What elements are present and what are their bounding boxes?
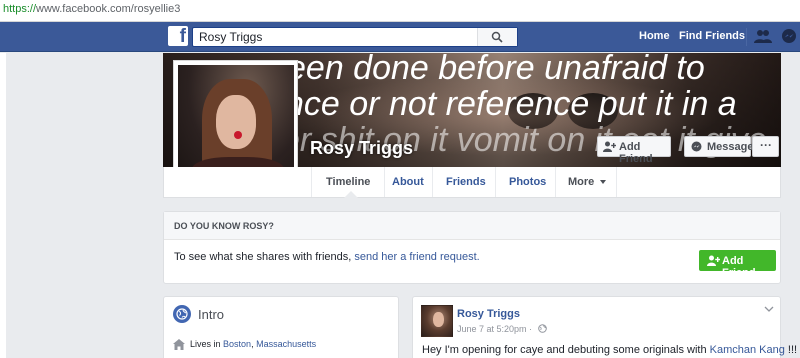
intro-title: Intro xyxy=(198,307,225,322)
profile-tabs-bar: Timeline About Friends Photos More xyxy=(163,167,781,198)
intro-card: Intro Lives in Boston, Massachusetts xyxy=(163,296,399,358)
search-button[interactable] xyxy=(477,28,517,46)
mentioned-user-link[interactable]: Kamchan Kang xyxy=(710,344,785,356)
friend-request-prompt: To see what she shares with friends, sen… xyxy=(174,251,480,263)
send-friend-request-link[interactable]: send her a friend request. xyxy=(354,251,479,263)
add-friend-icon xyxy=(707,255,720,266)
home-icon xyxy=(173,339,185,350)
globe-icon xyxy=(173,305,191,323)
cover-text-line-2: nce or not reference put it in a xyxy=(285,85,737,123)
messenger-icon xyxy=(691,141,702,152)
facebook-logo-icon[interactable]: f xyxy=(168,26,188,47)
profile-name[interactable]: Rosy Triggs xyxy=(310,138,413,159)
state-link[interactable]: Massachusetts xyxy=(256,339,316,349)
city-link[interactable]: Boston xyxy=(223,339,251,349)
do-you-know-header: DO YOU KNOW ROSY? xyxy=(164,212,780,240)
message-button[interactable]: Message xyxy=(684,136,753,157)
add-friend-green-button[interactable]: Add Friend xyxy=(699,250,776,279)
messages-icon[interactable] xyxy=(781,28,797,44)
search-input[interactable] xyxy=(193,28,483,46)
tab-friends[interactable]: Friends xyxy=(432,167,495,197)
top-navigation-bar: f Home Find Friends xyxy=(0,22,800,52)
public-globe-icon xyxy=(537,324,547,333)
nav-find-friends-link[interactable]: Find Friends xyxy=(679,30,745,42)
nav-divider xyxy=(746,28,747,46)
friend-requests-icon[interactable] xyxy=(754,28,772,44)
search-icon xyxy=(491,31,503,43)
post-author-avatar[interactable] xyxy=(421,305,453,337)
more-options-button[interactable]: ··· xyxy=(752,136,779,157)
profile-picture xyxy=(178,65,294,182)
tab-timeline[interactable]: Timeline xyxy=(311,167,384,198)
url-text[interactable]: https://www.facebook.com/rosyellie3 xyxy=(3,3,180,15)
post-card: Rosy Triggs June 7 at 5:20pm · Hey I'm o… xyxy=(412,296,797,358)
address-bar[interactable]: https://www.facebook.com/rosyellie3 xyxy=(0,0,800,22)
post-timestamp[interactable]: June 7 at 5:20pm · xyxy=(457,324,547,334)
add-friend-icon xyxy=(603,141,616,152)
post-options-chevron-icon[interactable] xyxy=(764,306,774,312)
nav-home-link[interactable]: Home xyxy=(639,30,670,42)
left-margin xyxy=(0,53,6,358)
active-tab-indicator xyxy=(344,191,358,198)
tab-photos[interactable]: Photos xyxy=(495,167,555,197)
post-body: Hey I'm opening for caye and debuting so… xyxy=(422,344,798,356)
post-author-name[interactable]: Rosy Triggs xyxy=(457,308,520,320)
tab-more[interactable]: More xyxy=(555,167,617,197)
chevron-down-icon xyxy=(600,180,606,184)
add-friend-button[interactable]: Add Friend xyxy=(597,136,671,165)
cover-text-line-1: een done before unafraid to xyxy=(287,53,705,87)
do-you-know-card: DO YOU KNOW ROSY? To see what she shares… xyxy=(163,211,781,284)
tab-about[interactable]: About xyxy=(384,167,432,197)
search-box xyxy=(192,27,518,47)
